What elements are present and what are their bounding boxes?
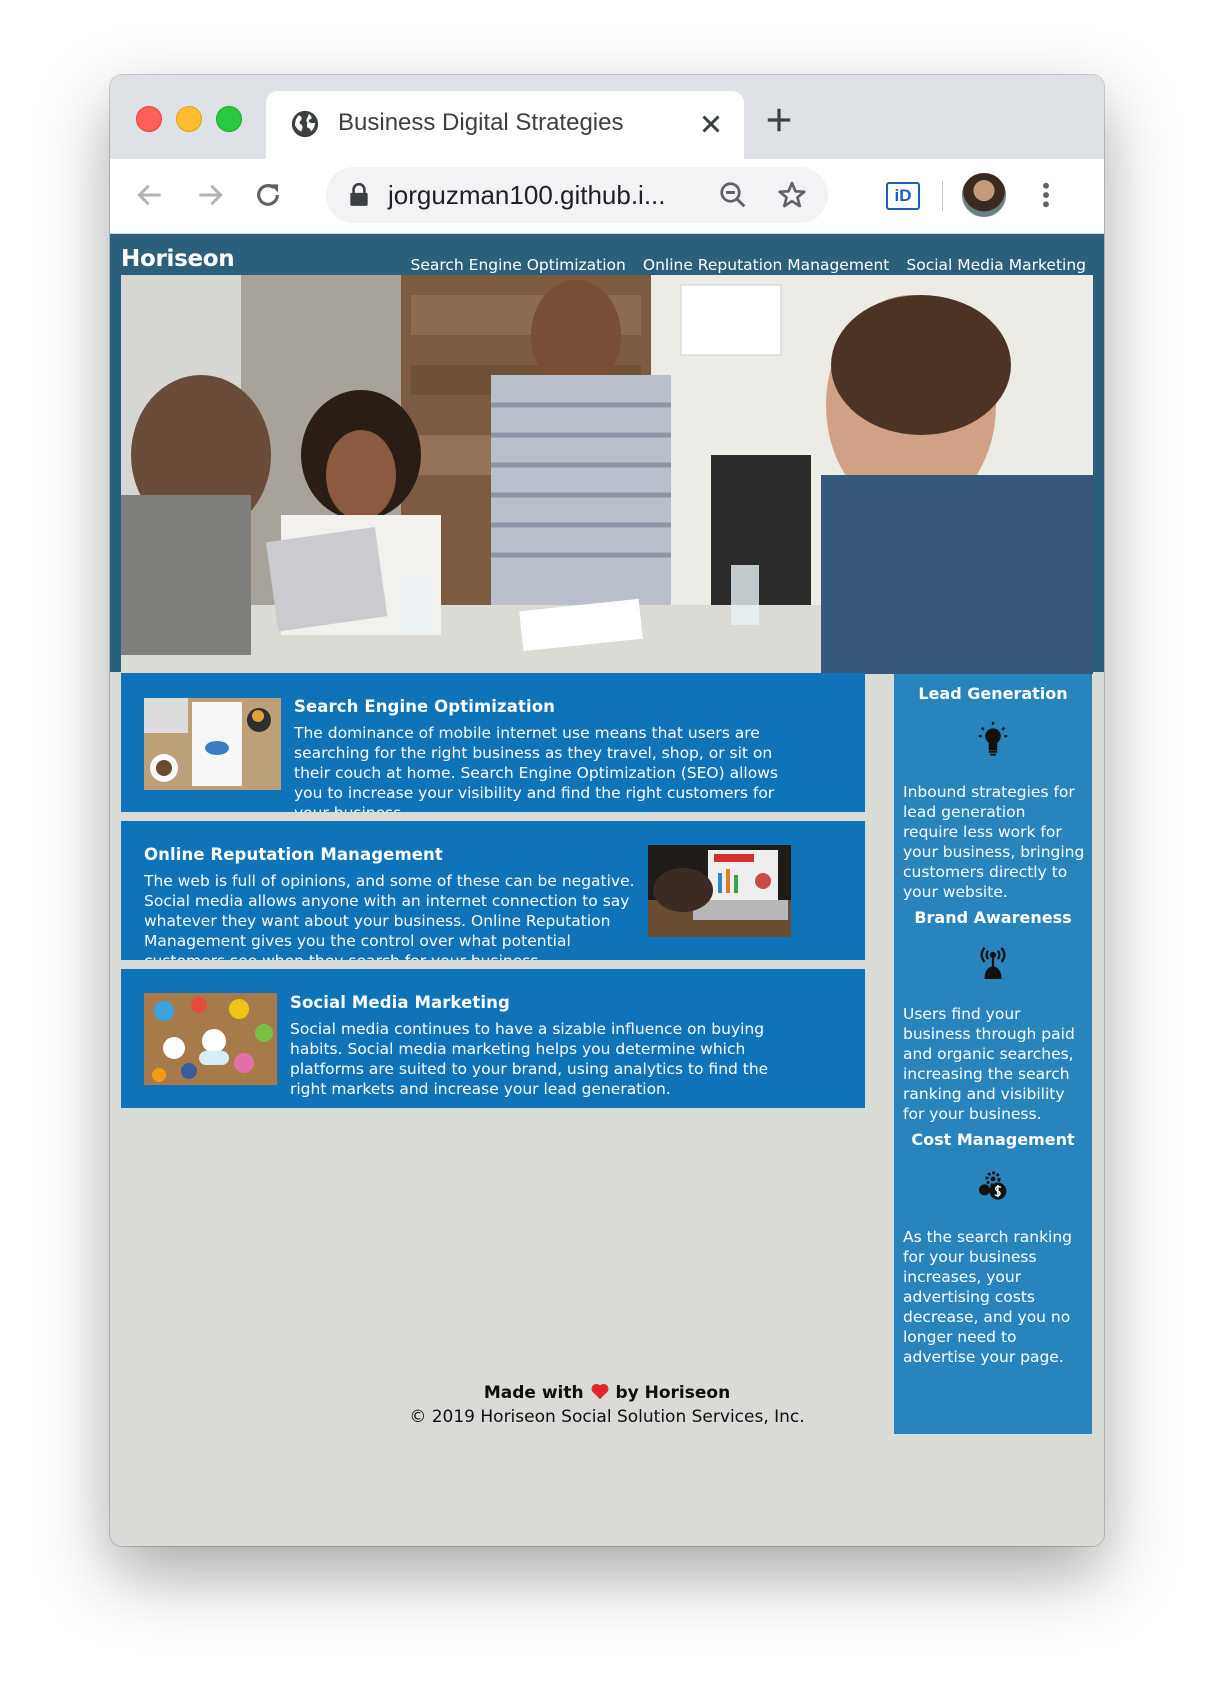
forward-arrow-icon[interactable] [194,179,226,211]
tab-strip: Business Digital Strategies [110,75,1104,159]
close-icon[interactable] [696,109,726,139]
zoom-out-icon[interactable] [718,180,748,210]
active-tab[interactable]: Business Digital Strategies [266,91,744,159]
kebab-menu-icon[interactable] [1030,179,1062,211]
globe-icon [291,110,319,138]
address-bar[interactable]: jorguzman100.github.i... [326,167,828,223]
site-nav: Search Engine Optimization Online Reputa… [410,256,1086,274]
toolbar-divider [942,181,943,211]
profile-avatar[interactable] [962,173,1006,217]
hero-image [121,275,1093,674]
site-header: Horiseon Search Engine Optimization Onli… [110,234,1104,674]
social-image [144,993,277,1085]
social-section: Social Media Marketing Social media cont… [121,969,865,1108]
lightbulb-icon [978,722,1008,756]
new-tab-icon[interactable] [764,105,794,135]
heart-icon [591,1383,609,1400]
benefit-title: Cost Management [911,1130,1075,1149]
made-prefix: Made with [483,1383,584,1403]
made-suffix: by Horiseon [615,1383,731,1403]
benefit-text: Users find your business through paid an… [903,1005,1075,1123]
site-logo[interactable]: Horiseon [121,246,235,272]
benefit-text: Inbound strategies for lead generation r… [903,783,1085,901]
close-window-button[interactable] [136,106,162,132]
back-arrow-icon[interactable] [134,179,166,211]
section-title: Online Reputation Management [144,845,443,864]
browser-toolbar: jorguzman100.github.i... iD [110,159,1104,234]
reload-icon[interactable] [252,179,284,211]
hero-photo-illustration [121,275,1093,674]
tab-title: Business Digital Strategies [338,109,624,136]
maximize-window-button[interactable] [216,106,242,132]
web-page: Horiseon Search Engine Optimization Onli… [110,234,1104,1546]
benefit-title: Brand Awareness [914,908,1072,927]
benefit-title: Lead Generation [918,684,1068,703]
seo-section: Search Engine Optimization The dominance… [121,673,865,812]
copyright: © 2019 Horiseon Social Solution Services… [409,1407,805,1427]
made-with-line: Made with by Horiseon [110,1382,1104,1403]
nav-link-seo[interactable]: Search Engine Optimization [410,256,625,274]
section-text: The dominance of mobile internet use mea… [294,724,778,812]
section-text: The web is full of opinions, and some of… [144,872,635,960]
reputation-section: Online Reputation Management The web is … [121,821,865,960]
bookmark-star-icon[interactable] [776,179,808,211]
broadcast-icon [980,947,1006,979]
site-footer: Made with by Horiseon © 2019 Horiseon So… [110,1382,1104,1427]
section-text: Social media continues to have a sizable… [290,1020,769,1098]
reputation-image [648,845,791,937]
section-title: Social Media Marketing [290,993,510,1012]
content-column: Search Engine Optimization The dominance… [121,673,865,1108]
minimize-window-button[interactable] [176,106,202,132]
browser-window: Business Digital Strategies jorguzman100… [110,75,1104,1546]
extension-id-icon[interactable]: iD [886,182,920,210]
nav-link-reputation[interactable]: Online Reputation Management [643,256,890,274]
gear-dollar-icon [979,1171,1007,1200]
section-title: Search Engine Optimization [294,697,555,716]
benefits-sidebar: Lead Generation Inbound strategies for l… [894,674,1092,1434]
lock-icon[interactable] [348,182,370,208]
benefit-text: As the search ranking for your business … [903,1228,1073,1366]
url-text: jorguzman100.github.i... [388,180,666,210]
seo-image [144,698,281,790]
nav-link-social[interactable]: Social Media Marketing [906,256,1086,274]
